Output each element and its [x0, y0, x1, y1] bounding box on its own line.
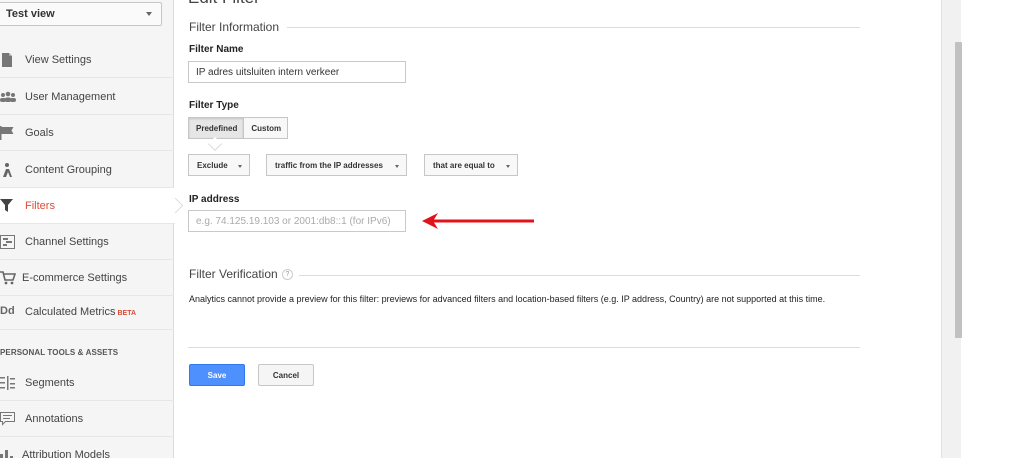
- save-button[interactable]: Save: [189, 364, 245, 386]
- sidebar-item-label: Content Grouping: [25, 164, 112, 176]
- sidebar-item-channel-settings[interactable]: Channel Settings: [0, 224, 174, 260]
- chevron-down-icon: [395, 165, 399, 168]
- filter-type-toggle: Predefined Custom: [188, 117, 289, 139]
- tab-predefined[interactable]: Predefined: [188, 117, 245, 139]
- tab-pointer: [207, 136, 223, 152]
- dropdown-value: Exclude: [197, 161, 228, 170]
- chevron-down-icon: [146, 12, 152, 16]
- comment-icon: [0, 412, 16, 426]
- cart-icon: [0, 271, 17, 285]
- page-title: Edit Filter: [188, 0, 260, 8]
- chevron-down-icon: [506, 165, 510, 168]
- chevron-down-icon: [238, 165, 242, 168]
- sidebar-item-ecommerce-settings[interactable]: E-commerce Settings: [0, 260, 174, 296]
- sidebar-item-content-grouping[interactable]: Content Grouping: [0, 152, 174, 188]
- sidebar-item-label: E-commerce Settings: [22, 272, 128, 284]
- funnel-icon: [0, 199, 16, 213]
- exclude-dropdown[interactable]: Exclude: [188, 154, 250, 176]
- analytics-admin-screen: Test view View Settings User Management …: [0, 0, 1024, 458]
- sidebar-item-label: Channel Settings: [25, 236, 109, 248]
- filter-type-label: Filter Type: [189, 100, 239, 111]
- document-icon: [0, 53, 16, 67]
- sidebar-item-user-management[interactable]: User Management: [0, 79, 174, 115]
- sidebar-item-filters[interactable]: Filters: [0, 188, 175, 224]
- filter-name-input[interactable]: IP adres uitsluiten intern verkeer: [188, 61, 406, 83]
- annotation-arrow-icon: [422, 213, 534, 229]
- filter-verification-heading: Filter Verification: [189, 267, 278, 281]
- ip-address-input[interactable]: e.g. 74.125.19.103 or 2001:db8::1 (for I…: [188, 210, 406, 232]
- view-select-label: Test view: [6, 8, 55, 20]
- sidebar-item-view-settings[interactable]: View Settings: [0, 42, 174, 78]
- flag-icon: [0, 126, 16, 140]
- sidebar-item-label: User Management: [25, 91, 116, 103]
- bar-chart-icon: [0, 448, 16, 458]
- sidebar-item-annotations[interactable]: Annotations: [0, 401, 174, 437]
- verification-message: Analytics cannot provide a preview for t…: [189, 294, 826, 304]
- channel-icon: [0, 235, 16, 249]
- beta-badge: BETA: [117, 310, 137, 317]
- sidebar-item-calculated-metrics[interactable]: Dd Calculated Metrics BETA: [0, 294, 174, 330]
- sidebar-item-label: Calculated Metrics BETA: [25, 306, 136, 318]
- sidebar-item-segments[interactable]: Segments: [0, 365, 174, 401]
- sidebar-item-text: Calculated Metrics: [25, 306, 116, 318]
- sidebar-item-attribution-models[interactable]: Attribution Models: [0, 437, 174, 458]
- section-divider: [287, 27, 860, 28]
- dropdown-value: traffic from the IP addresses: [275, 161, 383, 170]
- sidebar-item-label: Attribution Models: [22, 449, 111, 458]
- sidebar-item-label: View Settings: [25, 54, 92, 66]
- sidebar-item-label: Annotations: [25, 413, 84, 425]
- calculated-metrics-icon: Dd: [0, 305, 15, 317]
- dropdown-value: that are equal to: [433, 161, 495, 170]
- ip-address-label: IP address: [189, 194, 240, 205]
- person-icon: [0, 163, 16, 177]
- section-header-personal-tools: PERSONAL TOOLS & ASSETS: [0, 348, 119, 357]
- sidebar-item-goals[interactable]: Goals: [0, 115, 174, 151]
- view-select[interactable]: Test view: [0, 2, 162, 26]
- sidebar-item-label: Filters: [25, 200, 55, 212]
- users-icon: [0, 90, 16, 104]
- tab-custom[interactable]: Custom: [244, 117, 289, 139]
- sidebar-item-label: Goals: [25, 127, 54, 139]
- cancel-button[interactable]: Cancel: [258, 364, 314, 386]
- expression-dropdown[interactable]: that are equal to: [424, 154, 518, 176]
- filter-information-heading: Filter Information: [189, 20, 280, 34]
- segments-icon: [0, 376, 16, 390]
- sidebar: Test view View Settings User Management …: [0, 0, 175, 458]
- filter-name-label: Filter Name: [189, 44, 244, 55]
- actions-divider: [188, 347, 860, 348]
- sidebar-item-label: Segments: [25, 377, 75, 389]
- help-icon[interactable]: ?: [282, 269, 293, 280]
- field-dropdown[interactable]: traffic from the IP addresses: [266, 154, 407, 176]
- section-divider: [299, 275, 860, 276]
- scrollbar[interactable]: [955, 42, 962, 338]
